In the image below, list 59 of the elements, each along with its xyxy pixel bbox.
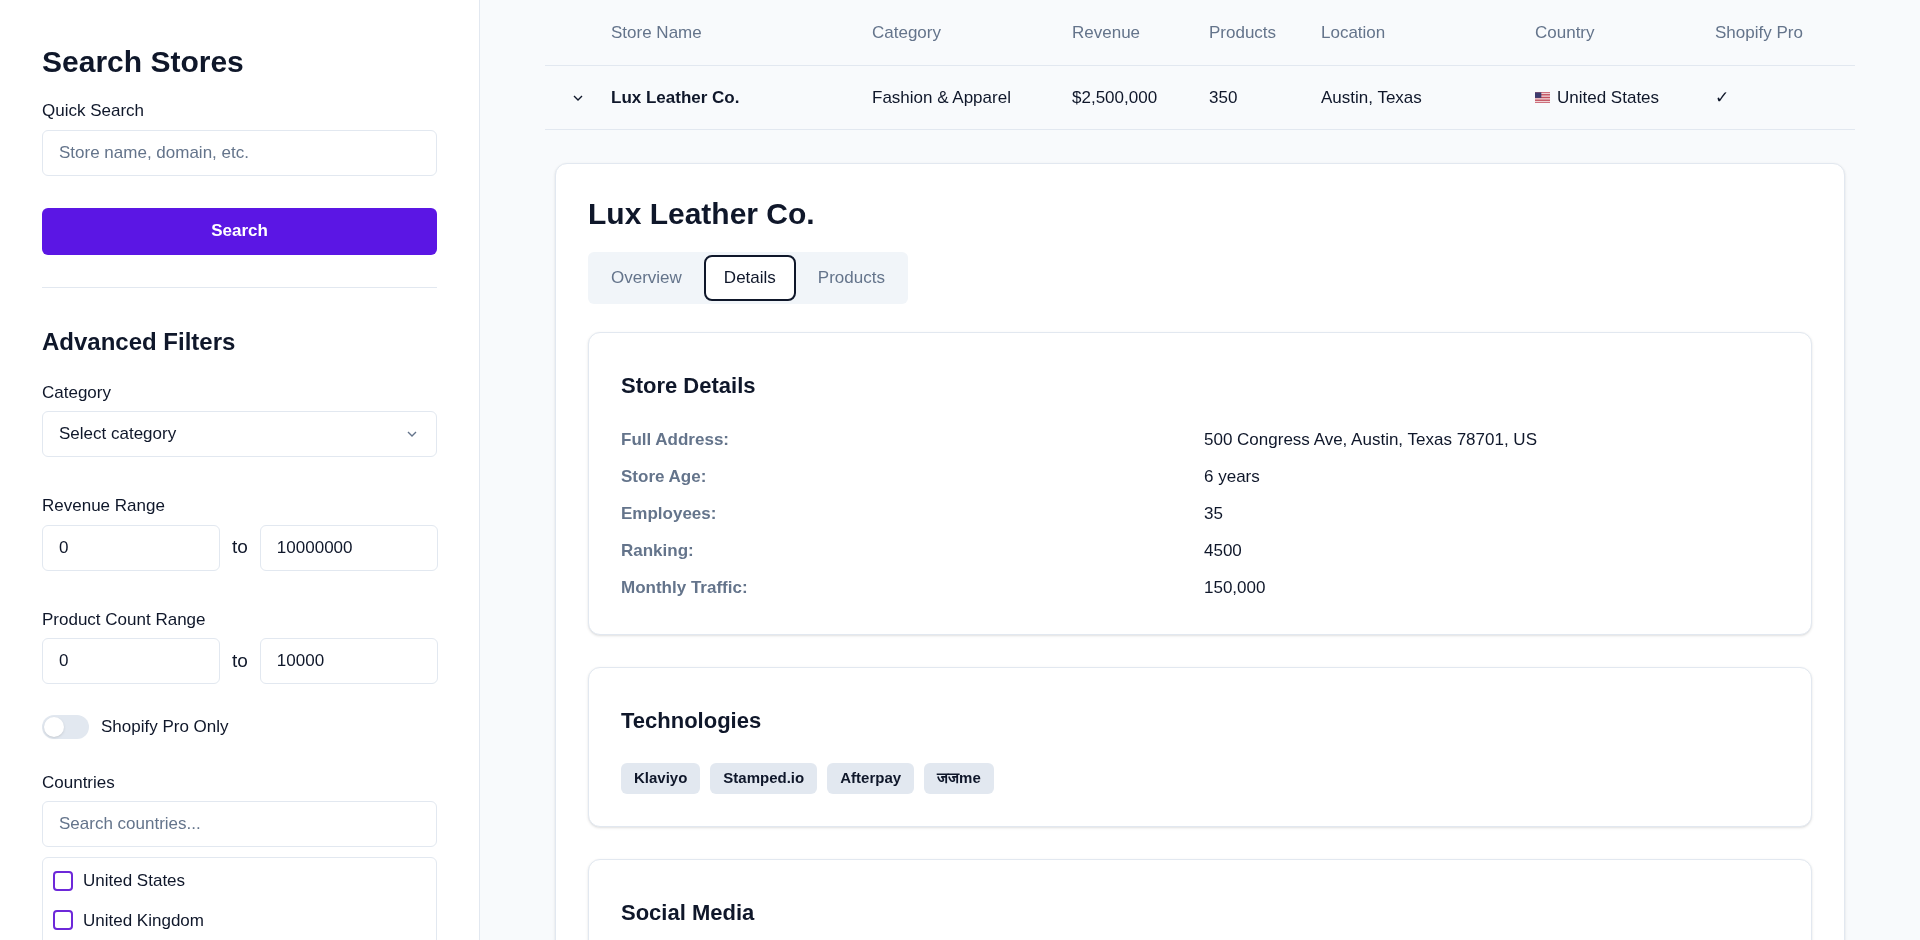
section-title: Technologies <box>621 707 763 735</box>
table-cell-text: Austin, Texas <box>1321 86 1423 109</box>
checkbox[interactable] <box>53 910 73 931</box>
sidebar-title: Search Stores <box>42 44 245 80</box>
field-label: Monthly Traffic: <box>621 577 749 599</box>
field-value: 150,000 <box>1203 577 1267 599</box>
column-header: Category <box>872 21 942 44</box>
option-label: United States <box>83 870 186 892</box>
field-label: Quick Search <box>42 100 146 122</box>
tag: Afterpay <box>827 763 915 794</box>
checkbox[interactable] <box>53 870 73 891</box>
field-value: 35 <box>1203 503 1224 525</box>
range-separator: to <box>232 535 248 560</box>
search-field[interactable]: Search countries... <box>42 801 437 847</box>
tag: जजme <box>924 763 994 794</box>
search-field[interactable]: Store name, domain, etc. <box>42 129 437 176</box>
field-label: Category <box>42 381 112 404</box>
field-label: Store Age: <box>621 466 708 488</box>
column-header: Location <box>1321 21 1387 44</box>
column-header: Products <box>1209 21 1278 44</box>
field-value: 4500 <box>1203 540 1243 562</box>
check-mark: ✓ <box>1715 86 1730 109</box>
section-title: Social Media <box>621 898 756 927</box>
search-button[interactable]: Search <box>42 207 437 255</box>
field-label: Full Address: <box>621 429 730 451</box>
field-value: 6 years <box>1203 466 1261 488</box>
field-label: Product Count Range <box>42 608 207 631</box>
column-header: Store Name <box>611 21 703 44</box>
flag-icon <box>1535 92 1550 103</box>
tag: Stamped.io <box>710 763 818 794</box>
table-cell-text: $2,500,000 <box>1072 86 1159 109</box>
number-field[interactable]: 0 <box>42 524 220 571</box>
field-label: Revenue Range <box>42 495 166 517</box>
category-dropdown[interactable]: Select category <box>42 411 437 457</box>
field-label: Ranking: <box>621 540 695 562</box>
field-label: Employees: <box>621 503 718 525</box>
number-field[interactable]: 10000 <box>259 638 438 684</box>
tag: Klaviyo <box>621 763 701 794</box>
tab[interactable]: Products <box>797 255 905 301</box>
toggle-switch[interactable] <box>42 714 89 739</box>
section-title: Store Details <box>621 372 757 400</box>
number-field[interactable]: 0 <box>42 638 220 684</box>
column-header: Shopify Pro <box>1715 21 1804 44</box>
range-separator: to <box>232 648 248 673</box>
table-cell-text: United States <box>1557 86 1660 109</box>
store-title: Lux Leather Co. <box>588 196 816 232</box>
number-field[interactable]: 10000000 <box>259 524 438 571</box>
table-cell-text: Fashion & Apparel <box>872 86 1012 109</box>
table-cell-text: 350 <box>1209 86 1239 109</box>
field-value: 500 Congress Ave, Austin, Texas 78701, US <box>1203 429 1538 451</box>
section-title: Advanced Filters <box>42 326 237 357</box>
field-label: Countries <box>42 771 116 794</box>
column-header: Country <box>1535 21 1596 44</box>
column-header: Revenue <box>1072 21 1142 44</box>
table-cell-text: Lux Leather Co. <box>611 86 741 109</box>
toggle-label: Shopify Pro Only <box>101 716 229 738</box>
tab[interactable]: Overview <box>591 255 702 301</box>
option-label: United Kingdom <box>83 909 204 932</box>
tab[interactable]: Details <box>703 255 796 301</box>
